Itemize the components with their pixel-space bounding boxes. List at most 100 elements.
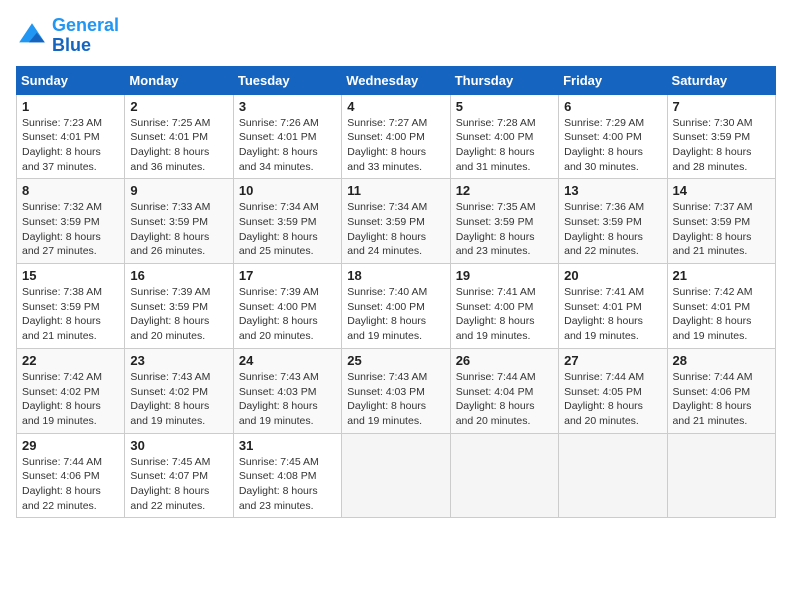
day-info: Sunrise: 7:34 AMSunset: 3:59 PMDaylight:… [347, 200, 444, 259]
logo-text: General Blue [52, 16, 119, 56]
calendar-cell [667, 433, 775, 518]
calendar-cell: 21Sunrise: 7:42 AMSunset: 4:01 PMDayligh… [667, 264, 775, 349]
day-info: Sunrise: 7:45 AMSunset: 4:07 PMDaylight:… [130, 455, 227, 514]
day-info: Sunrise: 7:37 AMSunset: 3:59 PMDaylight:… [673, 200, 770, 259]
day-info: Sunrise: 7:34 AMSunset: 3:59 PMDaylight:… [239, 200, 336, 259]
calendar-cell: 14Sunrise: 7:37 AMSunset: 3:59 PMDayligh… [667, 179, 775, 264]
day-info: Sunrise: 7:41 AMSunset: 4:01 PMDaylight:… [564, 285, 661, 344]
day-number: 4 [347, 99, 444, 114]
day-number: 2 [130, 99, 227, 114]
day-number: 29 [22, 438, 119, 453]
calendar-cell: 15 Sunrise: 7:38 AMSunset: 3:59 PMDayligh… [17, 264, 125, 349]
calendar-cell [342, 433, 450, 518]
day-number: 9 [130, 183, 227, 198]
day-info: Sunrise: 7:33 AMSunset: 3:59 PMDaylight:… [130, 200, 227, 259]
day-info: Sunrise: 7:44 AMSunset: 4:04 PMDaylight:… [456, 370, 553, 429]
day-info: Sunrise: 7:23 AMSunset: 4:01 PMDaylight:… [22, 116, 119, 175]
weekday-header-row: SundayMondayTuesdayWednesdayThursdayFrid… [17, 66, 776, 94]
calendar-table: SundayMondayTuesdayWednesdayThursdayFrid… [16, 66, 776, 519]
calendar-cell: 25Sunrise: 7:43 AMSunset: 4:03 PMDayligh… [342, 348, 450, 433]
calendar-week-2: 8 Sunrise: 7:32 AMSunset: 3:59 PMDaylight… [17, 179, 776, 264]
calendar-cell: 23Sunrise: 7:43 AMSunset: 4:02 PMDayligh… [125, 348, 233, 433]
weekday-header-saturday: Saturday [667, 66, 775, 94]
calendar-cell: 13 Sunrise: 7:36 AMSunset: 3:59 PMDayligh… [559, 179, 667, 264]
day-info: Sunrise: 7:35 AMSunset: 3:59 PMDaylight:… [456, 200, 553, 259]
day-number: 15 [22, 268, 119, 283]
day-number: 22 [22, 353, 119, 368]
calendar-cell: 19Sunrise: 7:41 AMSunset: 4:00 PMDayligh… [450, 264, 558, 349]
day-info: Sunrise: 7:44 AMSunset: 4:05 PMDaylight:… [564, 370, 661, 429]
calendar-cell: 24 Sunrise: 7:43 AMSunset: 4:03 PMDayligh… [233, 348, 341, 433]
calendar-cell: 27 Sunrise: 7:44 AMSunset: 4:05 PMDayligh… [559, 348, 667, 433]
day-number: 16 [130, 268, 227, 283]
calendar-cell: 5Sunrise: 7:28 AMSunset: 4:00 PMDaylight… [450, 94, 558, 179]
calendar-cell: 29 Sunrise: 7:44 AMSunset: 4:06 PMDayligh… [17, 433, 125, 518]
day-number: 26 [456, 353, 553, 368]
day-info: Sunrise: 7:44 AMSunset: 4:06 PMDaylight:… [22, 455, 119, 514]
weekday-header-thursday: Thursday [450, 66, 558, 94]
calendar-week-3: 15 Sunrise: 7:38 AMSunset: 3:59 PMDayligh… [17, 264, 776, 349]
day-info: Sunrise: 7:42 AMSunset: 4:01 PMDaylight:… [673, 285, 770, 344]
calendar-week-4: 22 Sunrise: 7:42 AMSunset: 4:02 PMDayligh… [17, 348, 776, 433]
logo: General Blue [16, 16, 119, 56]
calendar-cell: 1 Sunrise: 7:23 AMSunset: 4:01 PMDaylight… [17, 94, 125, 179]
calendar-cell: 28 Sunrise: 7:44 AMSunset: 4:06 PMDayligh… [667, 348, 775, 433]
day-info: Sunrise: 7:43 AMSunset: 4:03 PMDaylight:… [239, 370, 336, 429]
calendar-cell: 6Sunrise: 7:29 AMSunset: 4:00 PMDaylight… [559, 94, 667, 179]
day-number: 24 [239, 353, 336, 368]
day-info: Sunrise: 7:32 AMSunset: 3:59 PMDaylight:… [22, 200, 119, 259]
calendar-cell: 3 Sunrise: 7:26 AMSunset: 4:01 PMDaylight… [233, 94, 341, 179]
logo-icon [16, 20, 48, 52]
calendar-week-1: 1 Sunrise: 7:23 AMSunset: 4:01 PMDaylight… [17, 94, 776, 179]
calendar-cell [450, 433, 558, 518]
day-number: 27 [564, 353, 661, 368]
day-number: 18 [347, 268, 444, 283]
calendar-cell: 20 Sunrise: 7:41 AMSunset: 4:01 PMDayligh… [559, 264, 667, 349]
calendar-cell: 9 Sunrise: 7:33 AMSunset: 3:59 PMDaylight… [125, 179, 233, 264]
weekday-header-tuesday: Tuesday [233, 66, 341, 94]
page-header: General Blue [16, 16, 776, 56]
day-number: 10 [239, 183, 336, 198]
day-number: 20 [564, 268, 661, 283]
day-number: 25 [347, 353, 444, 368]
calendar-cell: 30 Sunrise: 7:45 AMSunset: 4:07 PMDayligh… [125, 433, 233, 518]
day-info: Sunrise: 7:40 AMSunset: 4:00 PMDaylight:… [347, 285, 444, 344]
day-info: Sunrise: 7:45 AMSunset: 4:08 PMDaylight:… [239, 455, 336, 514]
calendar-cell: 18 Sunrise: 7:40 AMSunset: 4:00 PMDayligh… [342, 264, 450, 349]
day-number: 5 [456, 99, 553, 114]
calendar-cell: 17Sunrise: 7:39 AMSunset: 4:00 PMDayligh… [233, 264, 341, 349]
day-number: 12 [456, 183, 553, 198]
calendar-cell: 2Sunrise: 7:25 AMSunset: 4:01 PMDaylight… [125, 94, 233, 179]
day-info: Sunrise: 7:44 AMSunset: 4:06 PMDaylight:… [673, 370, 770, 429]
calendar-cell [559, 433, 667, 518]
day-info: Sunrise: 7:41 AMSunset: 4:00 PMDaylight:… [456, 285, 553, 344]
day-info: Sunrise: 7:36 AMSunset: 3:59 PMDaylight:… [564, 200, 661, 259]
weekday-header-friday: Friday [559, 66, 667, 94]
calendar-cell: 4 Sunrise: 7:27 AMSunset: 4:00 PMDaylight… [342, 94, 450, 179]
calendar-cell: 22 Sunrise: 7:42 AMSunset: 4:02 PMDayligh… [17, 348, 125, 433]
day-number: 28 [673, 353, 770, 368]
day-number: 30 [130, 438, 227, 453]
day-number: 3 [239, 99, 336, 114]
day-number: 8 [22, 183, 119, 198]
day-info: Sunrise: 7:42 AMSunset: 4:02 PMDaylight:… [22, 370, 119, 429]
calendar-cell: 10 Sunrise: 7:34 AMSunset: 3:59 PMDayligh… [233, 179, 341, 264]
weekday-header-wednesday: Wednesday [342, 66, 450, 94]
calendar-cell: 7 Sunrise: 7:30 AMSunset: 3:59 PMDaylight… [667, 94, 775, 179]
day-number: 31 [239, 438, 336, 453]
day-number: 1 [22, 99, 119, 114]
calendar-cell: 26 Sunrise: 7:44 AMSunset: 4:04 PMDayligh… [450, 348, 558, 433]
day-number: 7 [673, 99, 770, 114]
day-info: Sunrise: 7:27 AMSunset: 4:00 PMDaylight:… [347, 116, 444, 175]
day-info: Sunrise: 7:29 AMSunset: 4:00 PMDaylight:… [564, 116, 661, 175]
day-info: Sunrise: 7:39 AMSunset: 3:59 PMDaylight:… [130, 285, 227, 344]
day-number: 13 [564, 183, 661, 198]
day-number: 23 [130, 353, 227, 368]
day-info: Sunrise: 7:26 AMSunset: 4:01 PMDaylight:… [239, 116, 336, 175]
day-info: Sunrise: 7:39 AMSunset: 4:00 PMDaylight:… [239, 285, 336, 344]
calendar-cell: 12 Sunrise: 7:35 AMSunset: 3:59 PMDayligh… [450, 179, 558, 264]
day-info: Sunrise: 7:38 AMSunset: 3:59 PMDaylight:… [22, 285, 119, 344]
day-info: Sunrise: 7:30 AMSunset: 3:59 PMDaylight:… [673, 116, 770, 175]
day-number: 11 [347, 183, 444, 198]
weekday-header-monday: Monday [125, 66, 233, 94]
